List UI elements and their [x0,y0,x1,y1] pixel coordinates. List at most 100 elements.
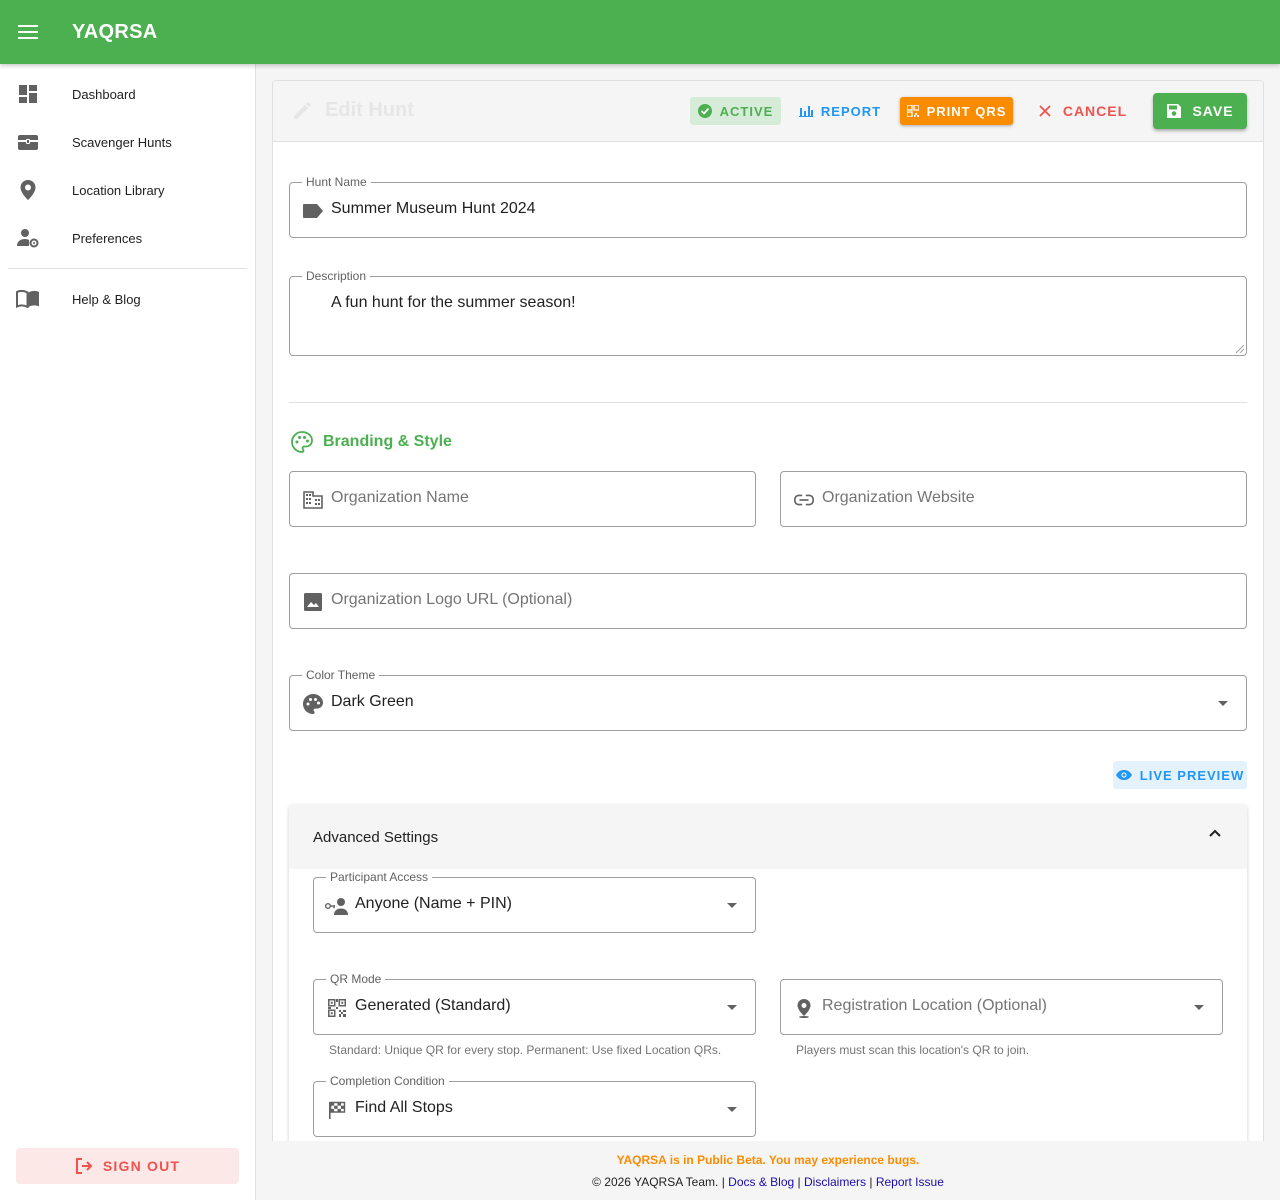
docs-blog-link[interactable]: Docs & Blog [728,1175,794,1189]
sign-out-button[interactable]: SIGN OUT [16,1148,239,1184]
sidebar-item-dashboard[interactable]: Dashboard [0,70,255,118]
key-user-icon [325,896,349,916]
active-status-button[interactable]: ACTIVE [690,97,781,125]
footer-separator: | [869,1175,873,1189]
hunt-name-field[interactable]: Hunt Name Summer Museum Hunt 2024 [289,175,1247,238]
sidebar: Dashboard Scavenger Hunts Location Libra… [0,64,256,1200]
pencil-icon [294,101,311,119]
page-title-text: Edit Hunt [325,99,414,121]
qr-mode-select[interactable]: QR Mode Generated (Standard) [313,972,756,1035]
palette-icon [303,694,323,714]
floppy-disk-icon [1167,104,1182,118]
sidebar-item-scavenger-hunts[interactable]: Scavenger Hunts [0,118,255,166]
chevron-up-icon [1209,829,1221,837]
sidebar-item-location-library[interactable]: Location Library [0,166,255,214]
qr-code-icon [906,105,919,117]
location-pin-icon [794,998,814,1018]
copyright-text: © 2026 YAQRSA Team. | [592,1175,725,1189]
organization-logo-url-placeholder: Organization Logo URL (Optional) [331,591,573,608]
registration-location-hint: Players must scan this location's QR to … [796,1043,1030,1057]
report-issue-link[interactable]: Report Issue [876,1175,944,1189]
registration-location-placeholder: Registration Location (Optional) [822,997,1048,1014]
chevron-down-icon [727,1107,737,1112]
treasure-chest-icon [0,133,56,151]
advanced-settings-title: Advanced Settings [313,829,439,846]
save-label: SAVE [1192,103,1234,119]
organization-logo-url-field[interactable]: Organization Logo URL (Optional) [289,573,1247,629]
participant-access-value: Anyone (Name + PIN) [355,895,512,912]
qr-mode-label: QR Mode [326,972,386,986]
app-title: YAQRSA [72,20,158,43]
label-tag-icon [303,201,323,221]
sidebar-item-label: Location Library [72,182,165,198]
color-theme-select[interactable]: Color Theme Dark Green [289,668,1247,731]
advanced-settings-panel: Advanced Settings Participant Access Any… [289,805,1247,1159]
sidebar-item-label: Preferences [72,230,143,246]
completion-condition-value: Find All Stops [355,1099,453,1116]
organization-website-field[interactable]: Organization Website [780,471,1247,527]
sidebar-divider [8,268,247,269]
menu-button[interactable] [0,0,56,64]
image-icon [303,592,323,612]
report-button[interactable]: REPORT [795,97,885,125]
sidebar-item-label: Scavenger Hunts [72,134,172,150]
completion-condition-select[interactable]: Completion Condition Find All Stops [313,1074,756,1137]
save-button[interactable]: SAVE [1153,93,1247,129]
cancel-label: CANCEL [1062,103,1128,119]
hunt-name-value: Summer Museum Hunt 2024 [331,200,536,217]
color-theme-label: Color Theme [302,668,380,682]
qr-code-icon [327,998,347,1018]
location-pin-icon [0,179,56,201]
advanced-settings-header[interactable]: Advanced Settings [289,805,1247,869]
sidebar-item-label: Help & Blog [72,291,141,307]
dashboard-icon [0,84,56,104]
checkered-flag-icon [327,1100,347,1120]
footer: YAQRSA is in Public Beta. You may experi… [256,1141,1280,1200]
card-header: Edit Hunt ACTIVE REPORT PRINT QRS CANCEL… [273,81,1263,142]
live-preview-button[interactable]: LIVE PREVIEW [1113,761,1247,789]
book-icon [0,290,56,308]
registration-location-select[interactable]: Registration Location (Optional) [780,979,1223,1035]
sidebar-item-help-blog[interactable]: Help & Blog [0,275,255,323]
participant-access-select[interactable]: Participant Access Anyone (Name + PIN) [313,870,756,933]
participant-access-label: Participant Access [326,870,433,884]
link-icon [794,490,814,510]
close-icon [1039,105,1051,117]
user-settings-icon [0,228,56,248]
qr-mode-hint: Standard: Unique QR for every stop. Perm… [329,1043,722,1057]
sign-out-label: SIGN OUT [102,1158,181,1174]
branding-section-title: Branding & Style [291,431,452,453]
footer-copyright-line: © 2026 YAQRSA Team. | Docs & Blog | Disc… [256,1175,1280,1189]
section-divider [289,402,1247,403]
live-preview-label: LIVE PREVIEW [1139,767,1245,783]
sidebar-item-label: Dashboard [72,86,136,102]
chevron-down-icon [1218,701,1228,706]
cancel-button[interactable]: CANCEL [1033,97,1133,125]
description-field[interactable]: Description A fun hunt for the summer se… [289,269,1247,356]
branding-title-text: Branding & Style [323,433,452,450]
page-title: Edit Hunt [291,99,414,122]
resize-handle-icon[interactable] [1236,345,1244,353]
print-qrs-button[interactable]: PRINT QRS [900,97,1013,125]
organization-name-field[interactable]: Organization Name [289,471,756,527]
description-value: A fun hunt for the summer season! [331,294,576,311]
edit-hunt-card: Edit Hunt ACTIVE REPORT PRINT QRS CANCEL… [272,80,1264,1160]
chevron-down-icon [727,1005,737,1010]
footer-separator: | [797,1175,801,1189]
disclaimers-link[interactable]: Disclaimers [804,1175,866,1189]
organization-name-placeholder: Organization Name [331,489,469,506]
print-qrs-label: PRINT QRS [926,103,1007,119]
hunt-name-label: Hunt Name [302,175,371,189]
active-label: ACTIVE [719,103,774,119]
report-label: REPORT [820,103,882,119]
chevron-down-icon [727,903,737,908]
hamburger-menu-icon [18,25,38,39]
bar-chart-icon [798,106,813,117]
organization-website-placeholder: Organization Website [822,489,975,506]
check-circle-icon [697,104,712,118]
sidebar-item-preferences[interactable]: Preferences [0,214,255,262]
eye-icon [1115,770,1132,780]
color-theme-value: Dark Green [331,693,414,710]
qr-mode-value: Generated (Standard) [355,997,511,1014]
chevron-down-icon [1194,1005,1204,1010]
